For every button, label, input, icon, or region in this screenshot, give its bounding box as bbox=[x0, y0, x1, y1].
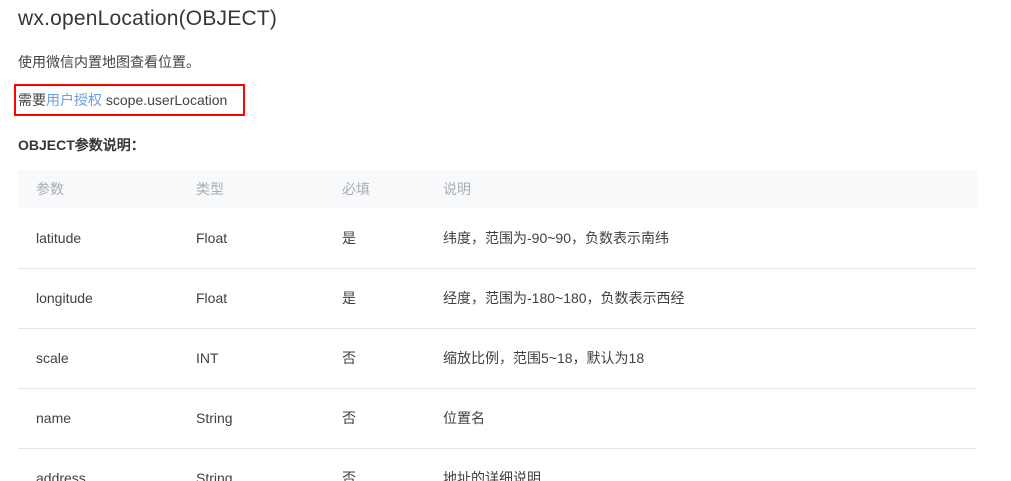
table-row: scale INT 否 缩放比例，范围5~18，默认为18 bbox=[18, 328, 977, 389]
param-type: String bbox=[178, 448, 324, 481]
param-type: Float bbox=[178, 268, 324, 329]
param-name: latitude bbox=[18, 208, 178, 269]
param-required: 否 bbox=[324, 448, 425, 481]
param-description: 经度，范围为-180~180，负数表示西经 bbox=[425, 268, 977, 329]
table-row: longitude Float 是 经度，范围为-180~180，负数表示西经 bbox=[18, 268, 977, 329]
param-name: scale bbox=[18, 328, 178, 389]
user-auth-link[interactable]: 用户授权 bbox=[46, 92, 102, 108]
page-title: wx.openLocation(OBJECT) bbox=[18, 7, 278, 30]
param-description: 地址的详细说明 bbox=[425, 448, 977, 481]
param-required: 是 bbox=[324, 208, 425, 269]
table-header-row: 参数 类型 必填 说明 bbox=[18, 170, 977, 208]
table-row: address String 否 地址的详细说明 bbox=[18, 448, 977, 481]
table-row: latitude Float 是 纬度，范围为-90~90，负数表示南纬 bbox=[18, 208, 977, 269]
param-required: 否 bbox=[324, 328, 425, 389]
param-name: address bbox=[18, 448, 178, 481]
auth-note-prefix: 需要 bbox=[18, 92, 46, 108]
param-type: INT bbox=[178, 328, 324, 389]
params-table: 参数 类型 必填 说明 latitude Float 是 纬度，范围为-90~9… bbox=[18, 170, 977, 481]
api-doc-page: wx.openLocation(OBJECT) 使用微信内置地图查看位置。 需要… bbox=[0, 0, 1011, 481]
param-description: 纬度，范围为-90~90，负数表示南纬 bbox=[425, 208, 977, 269]
param-description: 位置名 bbox=[425, 388, 977, 449]
column-header-description: 说明 bbox=[425, 170, 977, 208]
auth-note-row: 需要用户授权 scope.userLocation bbox=[14, 84, 1011, 116]
auth-note-scope: scope.userLocation bbox=[102, 92, 228, 108]
param-description: 缩放比例，范围5~18，默认为18 bbox=[425, 328, 977, 389]
column-header-required: 必填 bbox=[324, 170, 425, 208]
column-header-type: 类型 bbox=[178, 170, 324, 208]
table-row: name String 否 位置名 bbox=[18, 388, 977, 449]
auth-note-highlight-box: 需要用户授权 scope.userLocation bbox=[14, 84, 246, 116]
param-required: 否 bbox=[324, 388, 425, 449]
param-name: name bbox=[18, 388, 178, 449]
column-header-param: 参数 bbox=[18, 170, 178, 208]
param-type: String bbox=[178, 388, 324, 449]
param-required: 是 bbox=[324, 268, 425, 329]
object-params-heading: OBJECT参数说明： bbox=[18, 137, 145, 153]
description-text: 使用微信内置地图查看位置。 bbox=[18, 54, 200, 70]
param-type: Float bbox=[178, 208, 324, 269]
param-name: longitude bbox=[18, 268, 178, 329]
